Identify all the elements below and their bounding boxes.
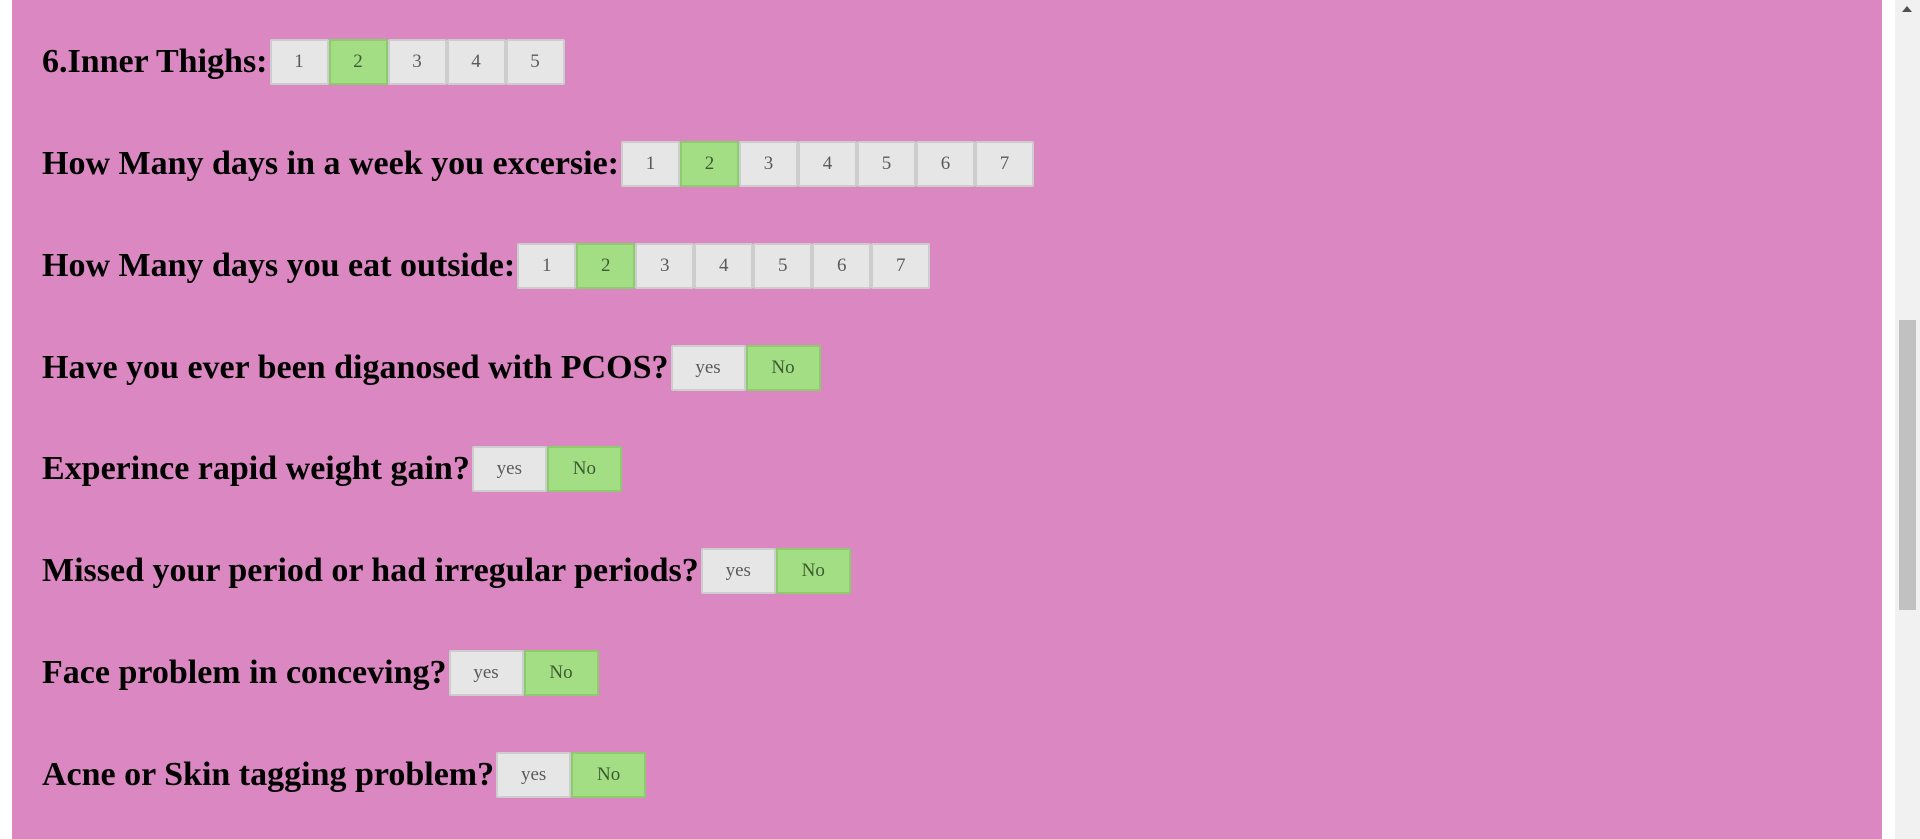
option-yes-button[interactable]: yes — [496, 752, 572, 798]
yes-no-group: yes No — [700, 548, 851, 594]
question-irregular-periods: Missed your period or had irregular peri… — [42, 547, 851, 595]
rating-group: 12345 — [269, 39, 565, 85]
option-5-button[interactable]: 5 — [857, 141, 917, 187]
option-no-button[interactable]: No — [775, 548, 851, 594]
question-exercise-days: How Many days in a week you excersie: 12… — [42, 140, 1035, 188]
option-5-button[interactable]: 5 — [505, 39, 565, 85]
question-label: Experince rapid weight gain? — [42, 450, 470, 487]
option-2-button[interactable]: 2 — [680, 141, 740, 187]
option-2-button[interactable]: 2 — [576, 243, 636, 289]
option-1-button[interactable]: 1 — [517, 243, 577, 289]
question-label: 6.Inner Thighs: — [42, 43, 268, 80]
question-label: Face problem in conceving? — [42, 654, 447, 691]
option-1-button[interactable]: 1 — [269, 39, 329, 85]
option-3-button[interactable]: 3 — [387, 39, 447, 85]
rating-group: 1234567 — [517, 243, 931, 289]
question-label: Acne or Skin tagging problem? — [42, 756, 495, 793]
option-7-button[interactable]: 7 — [975, 141, 1035, 187]
question-eat-outside-days: How Many days you eat outside: 1234567 — [42, 242, 931, 290]
question-label: How Many days you eat outside: — [42, 247, 516, 284]
option-7-button[interactable]: 7 — [871, 243, 931, 289]
option-6-button[interactable]: 6 — [916, 141, 976, 187]
rating-group: 1234567 — [621, 141, 1035, 187]
question-acne-skin-tagging: Acne or Skin tagging problem? yes No — [42, 751, 647, 799]
yes-no-group: yes No — [670, 345, 821, 391]
question-rapid-weight-gain: Experince rapid weight gain? yes No — [42, 445, 622, 493]
option-yes-button[interactable]: yes — [700, 548, 776, 594]
yes-no-group: yes No — [496, 752, 647, 798]
option-4-button[interactable]: 4 — [694, 243, 754, 289]
option-4-button[interactable]: 4 — [446, 39, 506, 85]
question-label: How Many days in a week you excersie: — [42, 145, 620, 182]
option-1-button[interactable]: 1 — [621, 141, 681, 187]
option-2-button[interactable]: 2 — [328, 39, 388, 85]
option-no-button[interactable]: No — [523, 650, 599, 696]
question-inner-thighs: 6.Inner Thighs: 12345 — [42, 38, 565, 86]
option-yes-button[interactable]: yes — [471, 446, 547, 492]
option-yes-button[interactable]: yes — [448, 650, 524, 696]
option-3-button[interactable]: 3 — [635, 243, 695, 289]
scroll-thumb[interactable] — [1899, 320, 1916, 610]
option-yes-button[interactable]: yes — [670, 345, 746, 391]
option-no-button[interactable]: No — [571, 752, 647, 798]
option-no-button[interactable]: No — [745, 345, 821, 391]
option-3-button[interactable]: 3 — [739, 141, 799, 187]
vertical-scrollbar[interactable] — [1895, 0, 1920, 839]
scroll-up-arrow-icon[interactable] — [1902, 6, 1912, 12]
question-label: Have you ever been diganosed with PCOS? — [42, 349, 669, 386]
question-pcos-diagnosis: Have you ever been diganosed with PCOS? … — [42, 344, 821, 392]
yes-no-group: yes No — [448, 650, 599, 696]
option-4-button[interactable]: 4 — [798, 141, 858, 187]
question-conceiving-problem: Face problem in conceving? yes No — [42, 649, 599, 697]
question-label: Missed your period or had irregular peri… — [42, 552, 699, 589]
option-6-button[interactable]: 6 — [812, 243, 872, 289]
yes-no-group: yes No — [471, 446, 622, 492]
questionnaire-page: 6.Inner Thighs: 12345 How Many days in a… — [12, 0, 1882, 839]
option-5-button[interactable]: 5 — [753, 243, 813, 289]
option-no-button[interactable]: No — [546, 446, 622, 492]
